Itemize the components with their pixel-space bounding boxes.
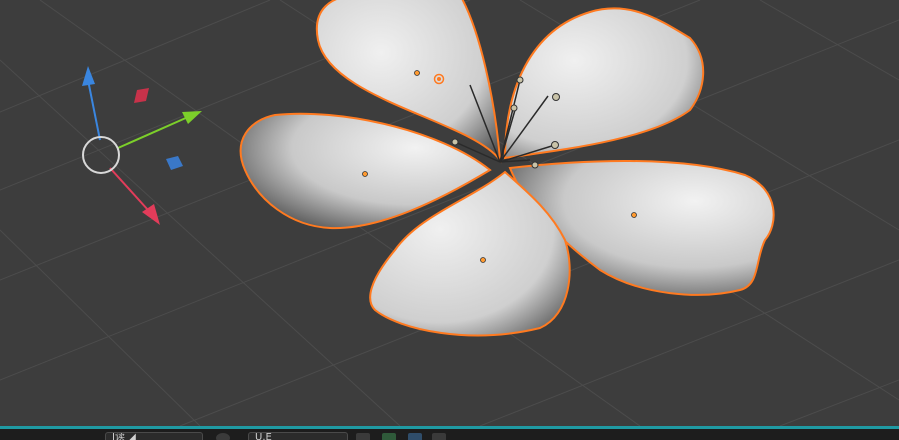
- mode-selector[interactable]: Ⅰ读 ◢: [105, 432, 203, 440]
- gizmo-x-axis[interactable]: [109, 167, 149, 211]
- overlay-icon[interactable]: [356, 433, 370, 440]
- gizmo-y-arrow-icon[interactable]: [182, 111, 202, 124]
- transform-gizmo[interactable]: [82, 66, 202, 225]
- render-icon[interactable]: [408, 433, 422, 440]
- gizmo-plane-xy-handle[interactable]: [166, 156, 183, 170]
- gizmo-y-axis[interactable]: [117, 116, 189, 149]
- layer-selector[interactable]: U.E: [248, 432, 348, 440]
- viewport-footer-toolbar: Ⅰ读 ◢ U.E: [0, 426, 899, 440]
- flower-mesh[interactable]: [239, 0, 775, 337]
- viewport-canvas[interactable]: [0, 0, 899, 426]
- gizmo-z-axis[interactable]: [87, 79, 101, 141]
- proportional-edit-icon[interactable]: [470, 433, 480, 440]
- gizmo-z-arrow-icon[interactable]: [82, 66, 95, 86]
- petal-top-right[interactable]: [503, 7, 705, 160]
- gizmo-center-ring[interactable]: [82, 136, 120, 174]
- snap-icon[interactable]: [432, 433, 446, 440]
- active-object-origin-dot: [437, 77, 441, 81]
- shading-icon[interactable]: [382, 433, 396, 440]
- 3d-viewport[interactable]: [0, 0, 899, 426]
- view-icon[interactable]: [216, 433, 230, 440]
- gizmo-plane-xz-handle[interactable]: [134, 88, 149, 103]
